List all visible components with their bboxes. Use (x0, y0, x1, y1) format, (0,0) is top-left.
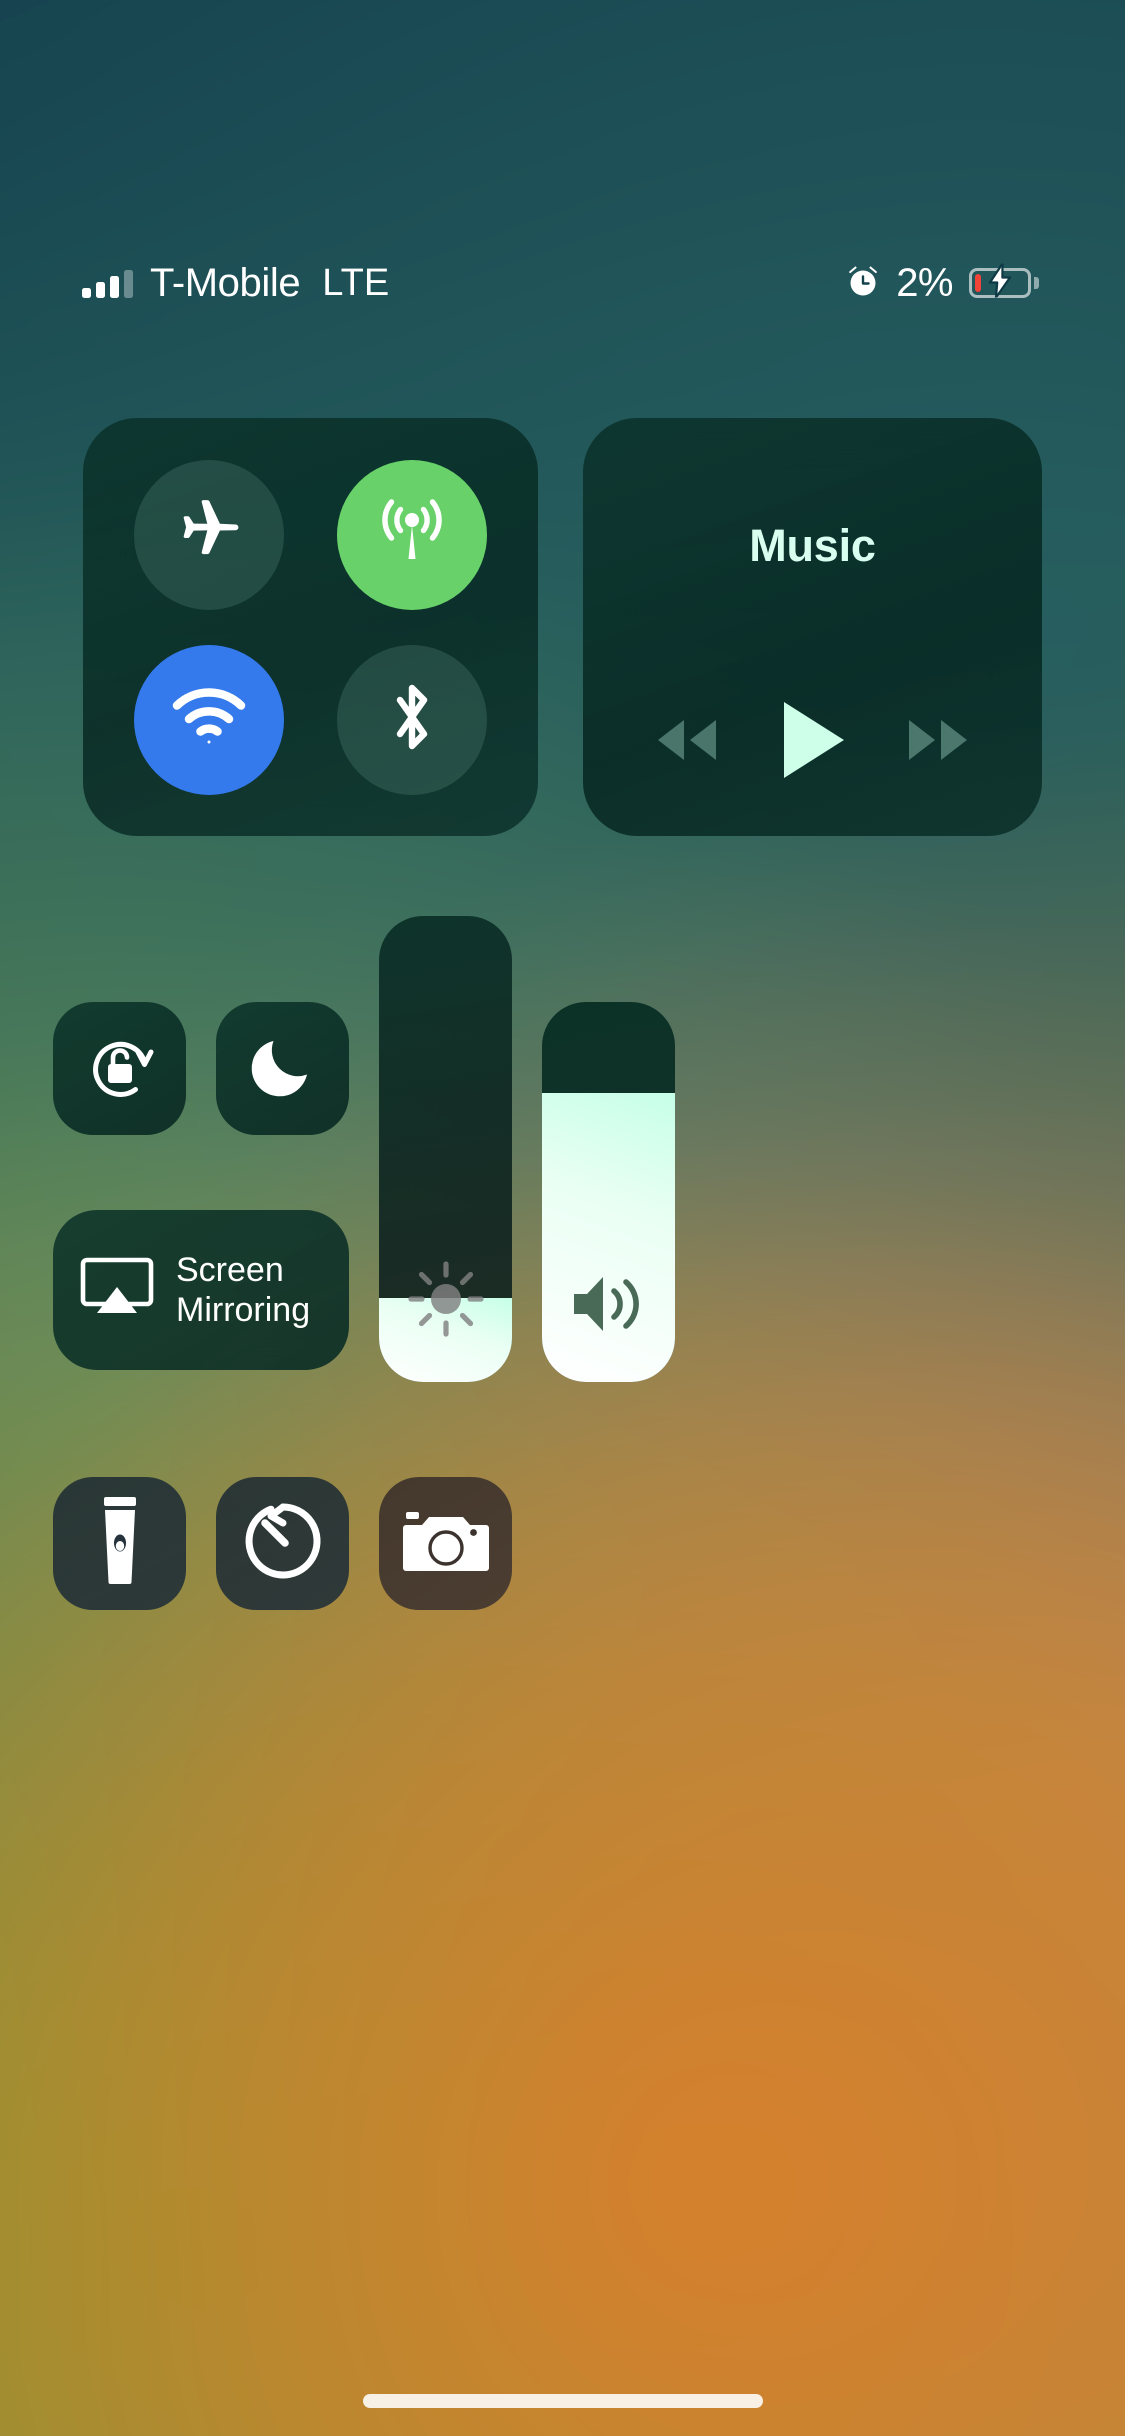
bluetooth-icon (384, 678, 440, 761)
radio-type-label: LTE (322, 261, 390, 304)
status-bar-left: T-Mobile LTE (82, 261, 389, 306)
iphone-control-center-screen: T-Mobile LTE 2% Music Screen Mirroring (0, 0, 1125, 2436)
screen-mirroring-label-line2: Mirroring (176, 1291, 311, 1329)
timer-button[interactable] (216, 1477, 349, 1610)
airplay-icon (80, 1257, 154, 1324)
screen-mirroring-label: Screen Mirroring (176, 1250, 310, 1330)
music-card[interactable]: Music (583, 418, 1042, 836)
music-playback-controls (583, 697, 1042, 788)
rewind-icon[interactable] (646, 712, 724, 773)
flashlight-toggle[interactable] (53, 1477, 186, 1610)
screen-mirroring-label-line1: Screen (176, 1250, 284, 1289)
do-not-disturb-toggle[interactable] (216, 1002, 349, 1135)
airplane-icon (174, 497, 244, 572)
status-bar: T-Mobile LTE 2% (0, 252, 1125, 314)
camera-button[interactable] (379, 1477, 512, 1610)
fast-forward-icon[interactable] (901, 712, 979, 773)
battery-percentage: 2% (896, 260, 953, 305)
play-icon[interactable] (774, 697, 850, 788)
rotation-lock-toggle[interactable] (53, 1002, 186, 1135)
screen-mirroring-button[interactable]: Screen Mirroring (53, 1210, 349, 1370)
cellular-antenna-icon (373, 493, 451, 576)
battery-icon (969, 262, 1039, 299)
timer-icon (239, 1497, 327, 1590)
brightness-sun-icon (379, 1258, 512, 1340)
flashlight-icon (94, 1495, 146, 1592)
carrier-name: T-Mobile (150, 260, 301, 305)
rotation-lock-icon (78, 1024, 162, 1113)
airplane-mode-toggle[interactable] (133, 459, 284, 610)
control-center-panel: Music Screen Mirroring (0, 0, 1125, 2436)
moon-icon (247, 1030, 319, 1107)
music-title: Music (749, 520, 876, 571)
wifi-toggle[interactable] (133, 644, 284, 795)
cellular-data-toggle[interactable] (337, 459, 488, 610)
volume-slider[interactable] (542, 1002, 675, 1382)
home-indicator[interactable] (362, 2394, 763, 2408)
brightness-slider[interactable] (379, 916, 512, 1382)
bluetooth-toggle[interactable] (337, 644, 488, 795)
speaker-waves-icon (542, 1268, 675, 1340)
status-bar-right: 2% (845, 261, 1039, 306)
camera-icon (402, 1507, 489, 1580)
connectivity-card[interactable] (83, 418, 538, 836)
wifi-icon (170, 685, 248, 754)
charging-bolt-icon (987, 262, 1013, 303)
cellular-signal-icon (82, 268, 133, 298)
alarm-clock-icon (845, 263, 881, 304)
